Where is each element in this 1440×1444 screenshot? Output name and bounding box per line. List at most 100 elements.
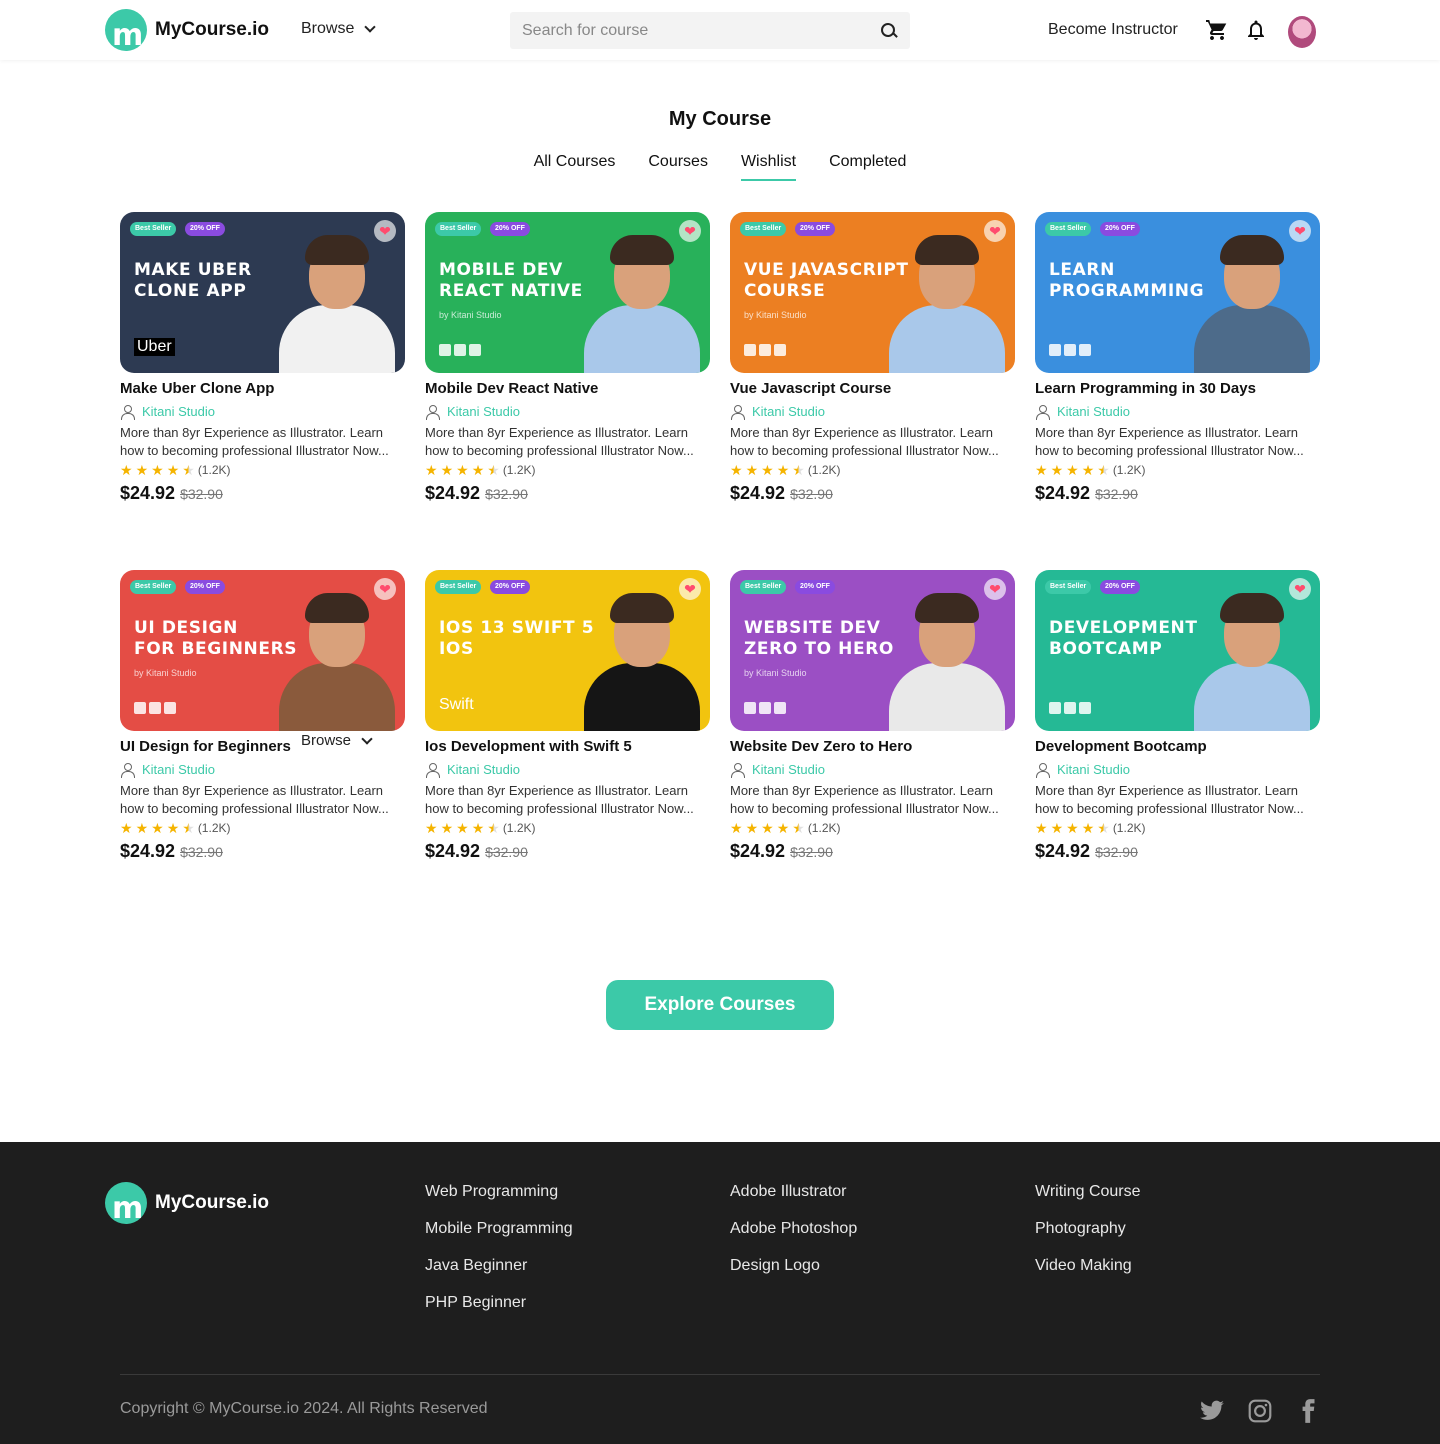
tool-icons [1049, 344, 1091, 356]
course-title[interactable]: Learn Programming in 30 Days [1035, 380, 1320, 397]
tab-courses[interactable]: Courses [648, 153, 708, 181]
original-price: $32.90 [485, 844, 528, 860]
course-title[interactable]: Mobile Dev React Native [425, 380, 710, 397]
footer-link[interactable]: Java Beginner [425, 1257, 573, 1275]
review-count: (1.2K) [807, 463, 841, 477]
star-icon: ★ [471, 820, 485, 836]
footer-link[interactable]: Design Logo [730, 1257, 857, 1275]
footer-link[interactable]: Video Making [1035, 1257, 1141, 1275]
course-author[interactable]: Kitani Studio [730, 404, 1015, 420]
course-card[interactable]: Best Seller 20% OFF ❤ WEBSITE DEV ZERO TO H… [730, 570, 1015, 862]
top-navbar: m MyCourse.io Browse Become Instructor [0, 0, 1440, 60]
star-icon: ★ [120, 462, 133, 478]
become-instructor-link[interactable]: Become Instructor [1048, 21, 1178, 39]
footer-link[interactable]: Photography [1035, 1220, 1141, 1238]
discount-badge: 20% OFF [185, 580, 225, 594]
review-count: (1.2K) [1112, 463, 1146, 477]
course-description: More than 8yr Experience as Illustrator.… [425, 425, 694, 458]
instructor-photo [275, 591, 395, 731]
course-author[interactable]: Kitani Studio [730, 762, 1015, 778]
course-author[interactable]: Kitani Studio [1035, 404, 1320, 420]
footer: m MyCourse.io Web Programming Mobile Pro… [0, 1142, 1440, 1444]
course-card[interactable]: Best Seller20% OFF❤LEARN PROGRAMMING IN … [1035, 212, 1320, 504]
course-card[interactable]: Best Seller 20% OFF ❤ DEVELOPMENT BOOTCAMP D… [1035, 570, 1320, 862]
cart-icon[interactable] [1205, 18, 1229, 42]
footer-brand-logo[interactable]: m MyCourse.io [105, 1182, 269, 1224]
course-author[interactable]: Kitani Studio [120, 404, 405, 420]
course-thumbnail[interactable]: Best Seller20% OFF❤IOS 13 SWIFT 5 IOS DE… [425, 570, 710, 731]
course-title[interactable]: Ios Development with Swift 5 [425, 738, 710, 755]
avatar[interactable] [1288, 16, 1316, 48]
star-icon: ★ [1050, 462, 1064, 478]
course-card[interactable]: Best Seller 20% OFF ❤ UI DESIGN FOR BEGINNE… [120, 570, 405, 862]
tab-all-courses[interactable]: All Courses [534, 153, 616, 181]
review-count: (1.2K) [1112, 821, 1146, 835]
original-price: $32.90 [1095, 844, 1138, 860]
course-card[interactable]: Best Seller 20% OFF ❤ MOBILE DEV REACT NATI… [425, 212, 710, 504]
course-thumbnail[interactable]: Best Seller 20% OFF ❤ VUE JAVASCRIPT COURSE… [730, 212, 1015, 373]
user-icon [1035, 404, 1050, 420]
course-card[interactable]: Best Seller 20% OFF ❤ VUE JAVASCRIPT COURSE… [730, 212, 1015, 504]
footer-column-1: Web Programming Mobile Programming Java … [425, 1183, 573, 1331]
star-icon: ★ [1050, 820, 1064, 836]
course-description: More than 8yr Experience as Illustrator.… [1035, 783, 1304, 816]
course-card[interactable]: Best Seller20% OFF❤IOS 13 SWIFT 5 IOS DE… [425, 570, 710, 862]
instagram-icon[interactable] [1247, 1398, 1273, 1424]
course-thumbnail[interactable]: Best Seller20% OFF❤LEARN PROGRAMMING IN … [1035, 212, 1320, 373]
tool-icon [774, 344, 786, 356]
course-description: More than 8yr Experience as Illustrator.… [730, 425, 999, 458]
course-description: More than 8yr Experience as Illustrator.… [120, 425, 389, 458]
course-price: $24.92 $32.90 [120, 841, 405, 862]
tool-icon [439, 344, 451, 356]
star-icon: ★ [1066, 820, 1079, 836]
current-price: $24.92 [730, 483, 786, 503]
course-price: $24.92 $32.90 [1035, 841, 1320, 862]
star-icon: ★ [471, 462, 485, 478]
footer-link[interactable]: Writing Course [1035, 1183, 1141, 1201]
review-count: (1.2K) [197, 463, 231, 477]
course-thumbnail[interactable]: Best Seller 20% OFF ❤ MOBILE DEV REACT NATI… [425, 212, 710, 373]
explore-courses-button[interactable]: Explore Courses [606, 980, 834, 1030]
star-icon: ★ [456, 820, 469, 836]
footer-link[interactable]: Adobe Photoshop [730, 1220, 857, 1238]
course-card[interactable]: Best Seller 20% OFF ❤ MAKE UBER CLONE APP Ub… [120, 212, 405, 504]
footer-link[interactable]: Adobe Illustrator [730, 1183, 857, 1201]
half-star-icon: ★ [182, 462, 195, 478]
course-thumbnail[interactable]: Best Seller 20% OFF ❤ MAKE UBER CLONE APP Ub… [120, 212, 405, 373]
page-title: My Course [668, 108, 772, 130]
course-title[interactable]: Vue Javascript Course [730, 380, 1015, 397]
course-thumbnail[interactable]: Best Seller 20% OFF ❤ WEBSITE DEV ZERO TO H… [730, 570, 1015, 731]
search-input[interactable] [522, 21, 880, 40]
footer-link[interactable]: PHP Beginner [425, 1294, 573, 1312]
brand-logo[interactable]: m MyCourse.io [105, 9, 269, 51]
facebook-icon[interactable] [1295, 1398, 1321, 1424]
best-seller-badge: Best Seller [1045, 580, 1092, 594]
course-author[interactable]: Kitani Studio [1035, 762, 1320, 778]
search-icon[interactable] [880, 22, 898, 40]
course-author[interactable]: Kitani Studio [425, 404, 710, 420]
footer-link[interactable]: Web Programming [425, 1183, 573, 1201]
course-title[interactable]: Make Uber Clone App [120, 380, 405, 397]
course-author[interactable]: Kitani Studio [425, 762, 710, 778]
star-icon: ★ [761, 820, 774, 836]
course-thumbnail[interactable]: Best Seller 20% OFF ❤ UI DESIGN FOR BEGINNE… [120, 570, 405, 731]
tab-wishlist[interactable]: Wishlist [740, 153, 797, 181]
star-icon: ★ [135, 462, 149, 478]
course-thumbnail[interactable]: Best Seller 20% OFF ❤ DEVELOPMENT BOOTCAMP [1035, 570, 1320, 731]
browse-dropdown-overlay[interactable]: Browse [301, 732, 373, 749]
star-icon: ★ [1066, 462, 1079, 478]
course-title[interactable]: Development Bootcamp [1035, 738, 1320, 755]
course-title[interactable]: Website Dev Zero to Hero [730, 738, 1015, 755]
bell-icon[interactable] [1244, 18, 1268, 42]
browse-dropdown[interactable]: Browse [301, 20, 377, 38]
tab-completed[interactable]: Completed [829, 153, 906, 181]
thumbnail-brand: Swift [439, 696, 474, 713]
twitter-icon[interactable] [1199, 1398, 1225, 1424]
footer-link[interactable]: Mobile Programming [425, 1220, 573, 1238]
half-star-icon: ★ [182, 820, 195, 836]
tool-icon [1064, 344, 1076, 356]
star-icon: ★ [730, 462, 743, 478]
course-author[interactable]: Kitani Studio [120, 762, 405, 778]
search-bar [510, 12, 910, 49]
discount-badge: 20% OFF [1100, 580, 1140, 594]
